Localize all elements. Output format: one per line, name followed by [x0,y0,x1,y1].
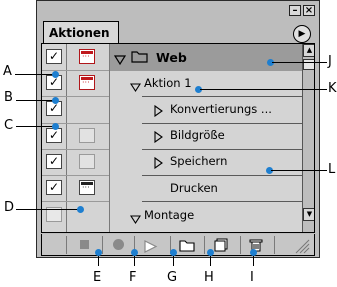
callout-dot [52,97,59,104]
callout-label-f: F [129,270,137,285]
row-divider [42,70,109,71]
minimize-button[interactable]: – [289,5,301,16]
toolbar-divider [66,236,67,254]
callout-dot [77,206,84,213]
toggle-item-checkbox[interactable]: ✓ [46,180,62,195]
actions-palette: – × Aktionen ▶ ✓ ✓ ✓ ✓ ✓ ✓ ··· ··· ··· W… [36,0,320,258]
collapse-triangle-right-icon[interactable] [154,128,164,144]
expand-triangle-down-icon[interactable] [129,78,142,93]
callout-line [15,74,55,75]
callout-dot [250,249,257,256]
command-name[interactable]: Bildgröße [170,128,225,142]
command-name[interactable]: Drucken [170,181,218,195]
record-icon[interactable] [113,239,124,250]
row-divider [110,70,302,71]
scroll-up-icon[interactable]: ▲ [303,44,314,57]
callout-label-a: A [3,64,12,79]
callout-label-l: L [328,162,336,177]
close-button[interactable]: × [303,5,315,16]
callout-dot [52,123,59,130]
callout-label-i: I [250,270,254,285]
callout-dot [95,249,102,256]
actions-list: ✓ ✓ ✓ ✓ ✓ ✓ Web Aktion 1 [41,43,315,233]
scrollbar[interactable]: ▲ ▼ [302,44,314,232]
callout-line [16,209,79,210]
dialog-toggle-icon[interactable] [79,75,95,90]
row-divider [42,96,109,97]
close-icon: × [304,5,314,16]
set-name[interactable]: Web [156,50,187,65]
bottom-toolbar [41,234,315,256]
callout-label-g: G [167,270,178,285]
callout-dot [131,249,138,256]
callout-line [16,126,54,127]
play-icon[interactable] [144,238,158,253]
callout-dot [207,249,214,256]
row-divider [142,149,302,150]
expand-triangle-down-icon[interactable] [129,210,142,225]
callout-label-k: K [328,81,337,96]
column-divider [66,44,67,232]
callout-label-b: B [4,90,13,105]
tab-label: Aktionen [49,26,110,40]
palette-menu-button[interactable]: ▶ [293,25,311,43]
dialog-toggle-icon[interactable] [79,180,95,195]
callout-label-c: C [4,118,14,133]
menu-arrow-icon: ▶ [298,29,306,39]
row-divider [142,175,302,176]
scroll-down-icon[interactable]: ▼ [303,208,314,221]
toolbar-divider [274,236,275,254]
tab-aktionen[interactable]: Aktionen [43,21,119,43]
callout-dot [52,71,59,78]
action-name[interactable]: Montage [144,208,194,222]
row-divider [42,175,109,176]
dialog-toggle-empty[interactable] [79,128,95,143]
toggle-item-checkbox[interactable]: ✓ [46,154,62,169]
folder-icon[interactable] [179,237,195,252]
toggle-item-checkbox[interactable]: ✓ [46,49,62,64]
action-name[interactable]: Aktion 1 [144,76,192,90]
toolbar-divider [102,236,103,254]
folder-icon [131,49,149,64]
dialog-toggle-empty[interactable] [79,154,95,169]
expand-triangle-down-icon[interactable] [113,51,127,66]
scroll-thumb[interactable] [303,59,314,70]
dialog-toggle-icon[interactable] [79,49,95,64]
callout-dot [170,249,177,256]
collapse-triangle-right-icon[interactable] [154,154,164,170]
toolbar-divider [240,236,241,254]
callout-line [16,100,54,101]
toolbar-divider [204,236,205,254]
row-divider [142,96,302,97]
command-name[interactable]: Speichern [170,154,227,168]
minimize-icon: – [292,5,298,16]
callout-label-h: H [204,270,214,285]
column-divider [109,44,110,232]
row-divider [142,123,302,124]
resize-grip-icon[interactable] [292,238,310,254]
callout-line [200,89,327,90]
toggle-item-checkbox[interactable]: ✓ [46,128,62,143]
command-name[interactable]: Konvertierungs ... [170,102,272,116]
stop-icon[interactable] [80,240,89,249]
callout-line [272,62,327,63]
callout-line [271,170,327,171]
row-divider [42,201,109,202]
callout-label-j: J [328,54,332,69]
row-divider [42,149,109,150]
callout-label-e: E [93,270,102,285]
new-action-icon[interactable] [214,237,228,252]
callout-label-d: D [4,200,15,215]
collapse-triangle-right-icon[interactable] [154,102,164,118]
row-divider [142,201,302,202]
